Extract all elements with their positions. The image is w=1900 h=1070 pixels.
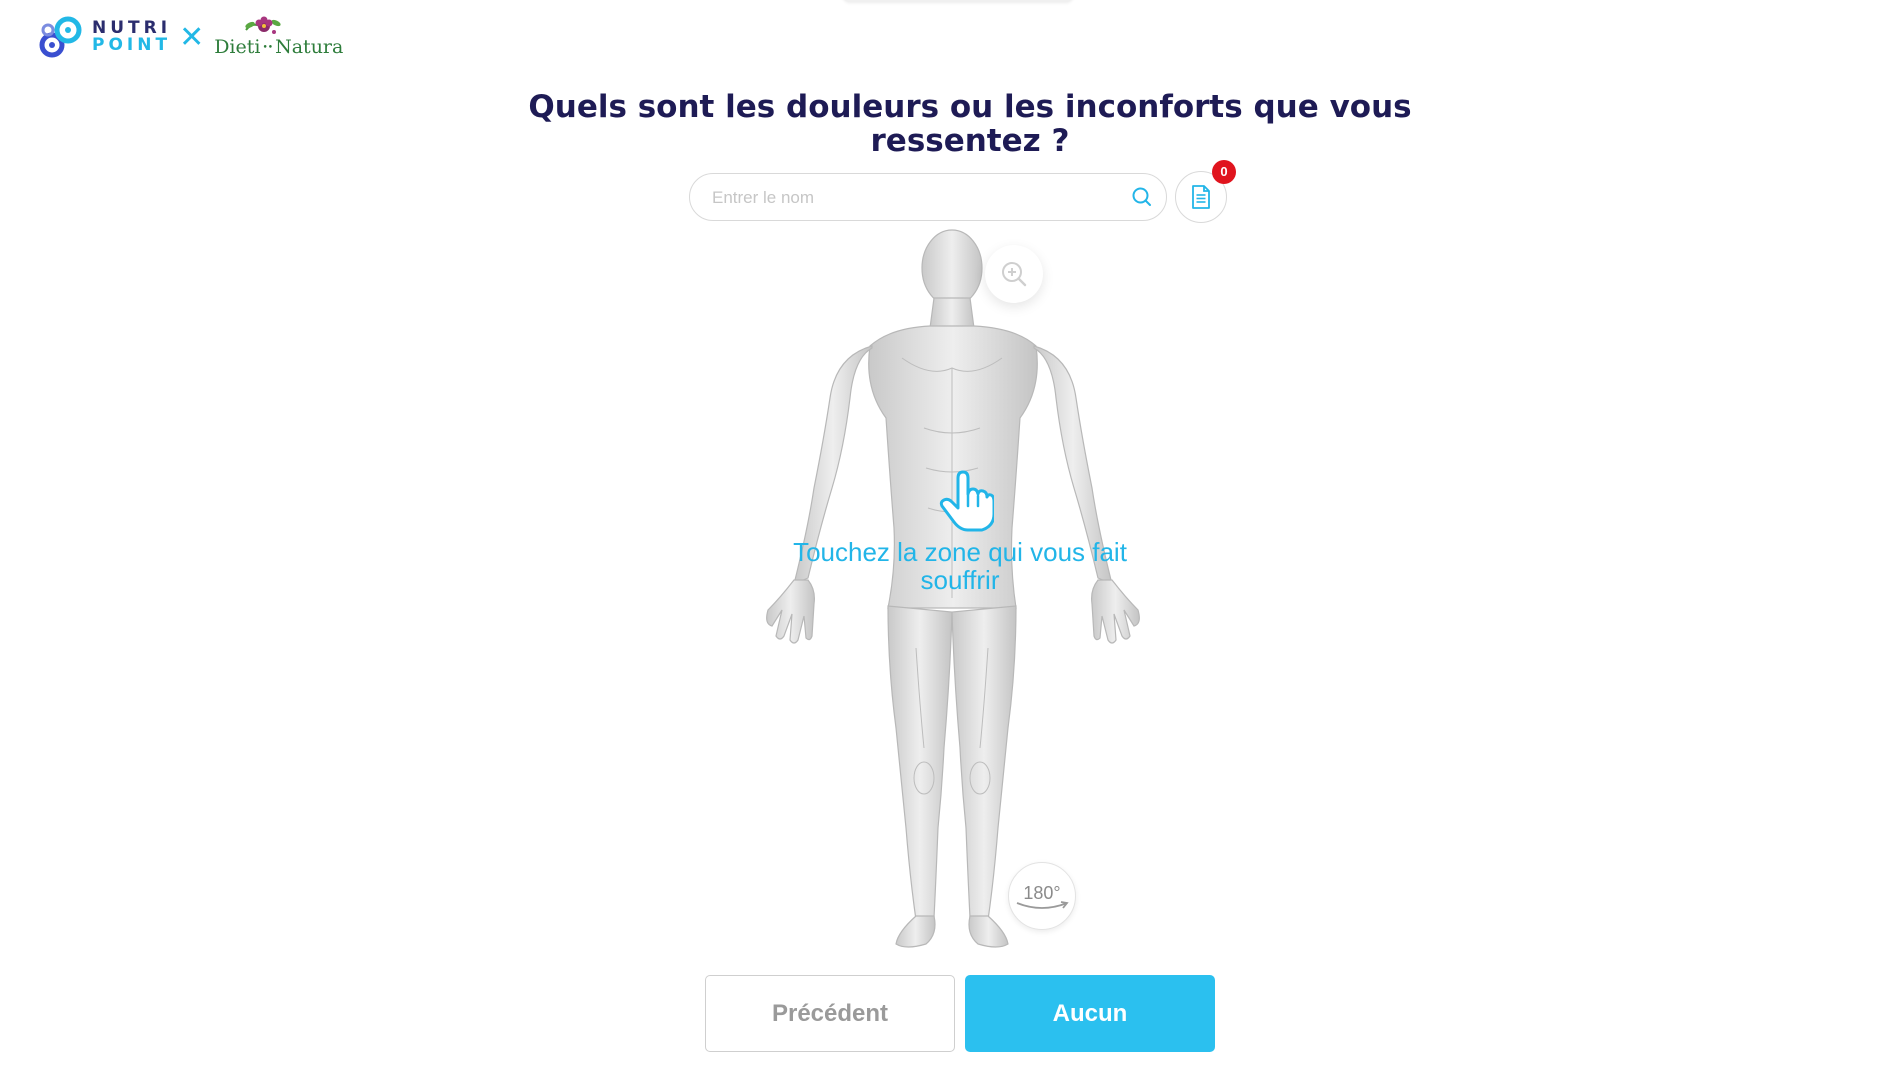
header-logos: NUTRI POINT ✕ Dieti •• Natura bbox=[38, 14, 344, 60]
brand-line-2: POINT bbox=[92, 35, 172, 55]
hand-pointer-icon bbox=[939, 470, 994, 532]
body-zone-head[interactable] bbox=[921, 229, 983, 307]
selection-count-badge: 0 bbox=[1212, 160, 1236, 184]
dietinatura-part-2: Natura bbox=[275, 36, 344, 58]
brand-separator: ✕ bbox=[179, 19, 205, 55]
search-box bbox=[689, 173, 1167, 221]
dietinatura-logo: Dieti •• Natura bbox=[214, 14, 344, 60]
dietinatura-wordmark: Dieti •• Natura bbox=[214, 36, 344, 58]
nutripoint-wordmark: NUTRI POINT bbox=[92, 20, 171, 54]
rotate-180-button[interactable]: 180° bbox=[1008, 862, 1076, 930]
dietinatura-part-1: Dieti bbox=[214, 36, 261, 58]
nutripoint-logo-icon bbox=[39, 16, 82, 58]
search-input[interactable] bbox=[710, 184, 1114, 212]
none-button[interactable]: Aucun bbox=[965, 975, 1215, 1052]
body-zone-right-foot[interactable] bbox=[895, 915, 936, 948]
page: NUTRI POINT ✕ Dieti •• Natura Quels sont l… bbox=[0, 0, 1900, 1070]
body-zone-left-foot[interactable] bbox=[968, 915, 1009, 948]
zoom-button[interactable] bbox=[985, 245, 1043, 303]
body-map-instruction: Touchez la zone qui vous fait souffrir bbox=[793, 537, 1127, 595]
search-icon[interactable] bbox=[1130, 185, 1154, 209]
document-icon bbox=[1192, 185, 1210, 209]
page-title: Quels sont les douleurs ou les inconfort… bbox=[528, 89, 1412, 159]
previous-button[interactable]: Précédent bbox=[705, 975, 955, 1052]
rotate-icon bbox=[1016, 901, 1069, 909]
zoom-in-icon bbox=[1002, 262, 1027, 287]
top-tab-hint bbox=[842, 0, 1074, 2]
body-zone-neck[interactable] bbox=[929, 297, 975, 329]
